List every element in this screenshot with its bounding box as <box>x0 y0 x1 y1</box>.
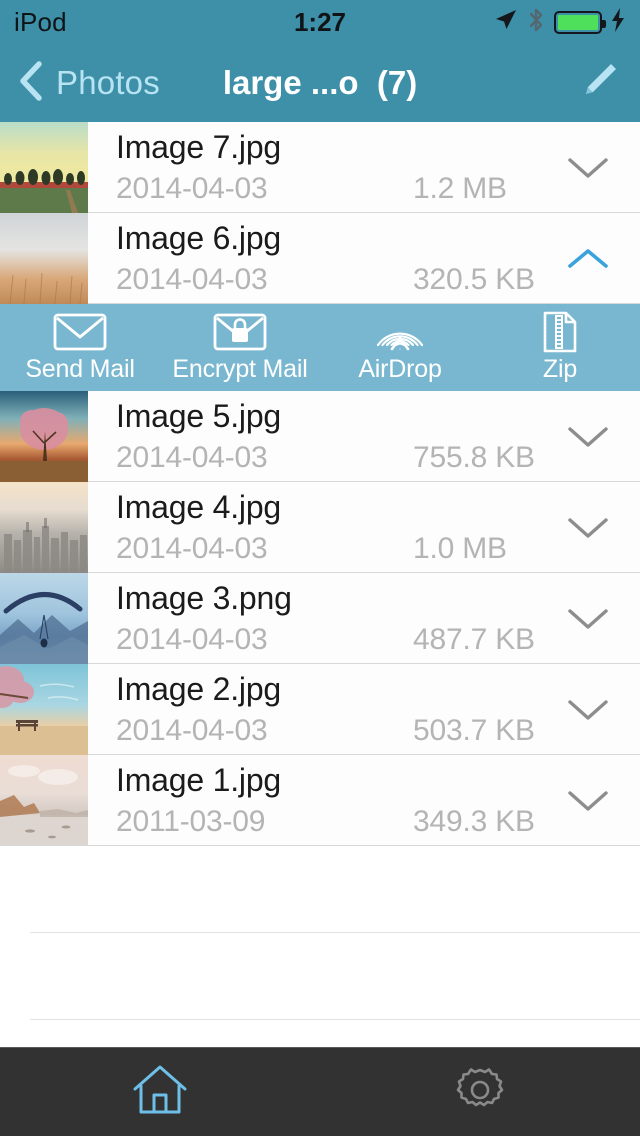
tab-bar <box>0 1047 640 1136</box>
file-name: Image 2.jpg <box>116 671 282 707</box>
empty-row <box>0 933 640 1020</box>
file-size: 1.0 MB <box>413 532 507 565</box>
edit-button[interactable] <box>576 58 622 109</box>
airdrop-icon <box>374 311 426 353</box>
table-row[interactable]: Image 7.jpg 2014-04-03 1.2 MB <box>0 122 640 213</box>
empty-rows <box>0 846 640 1060</box>
file-date: 2014-04-03 <box>116 532 268 565</box>
file-thumbnail <box>0 122 88 213</box>
file-list: Image 7.jpg 2014-04-03 1.2 MB Image 6.jp… <box>0 122 640 1060</box>
table-row[interactable]: Image 5.jpg 2014-04-03 755.8 KB <box>0 391 640 482</box>
chevron-down-icon[interactable] <box>566 779 610 823</box>
envelope-lock-icon <box>212 311 268 353</box>
file-date: 2014-04-03 <box>116 441 268 474</box>
location-arrow-icon <box>492 7 518 38</box>
table-row[interactable]: Image 6.jpg 2014-04-03 320.5 KB <box>0 213 640 304</box>
file-size: 349.3 KB <box>413 805 535 838</box>
table-row[interactable]: Image 3.png 2014-04-03 487.7 KB <box>0 573 640 664</box>
table-row[interactable]: Image 2.jpg 2014-04-03 503.7 KB <box>0 664 640 755</box>
file-name: Image 6.jpg <box>116 220 282 256</box>
file-size: 487.7 KB <box>413 623 535 656</box>
status-icons <box>492 7 626 38</box>
encrypt-mail-button[interactable]: Encrypt Mail <box>160 311 320 384</box>
file-thumbnail <box>0 391 88 482</box>
home-icon <box>130 1062 190 1123</box>
chevron-down-icon[interactable] <box>566 597 610 641</box>
file-date: 2014-04-03 <box>116 263 268 296</box>
file-info: Image 2.jpg 2014-04-03 503.7 KB <box>88 664 640 755</box>
file-thumbnail <box>0 482 88 573</box>
bluetooth-icon <box>527 7 545 38</box>
airdrop-button[interactable]: AirDrop <box>320 311 480 384</box>
file-size: 503.7 KB <box>413 714 535 747</box>
gear-icon <box>452 1062 508 1123</box>
tab-settings[interactable] <box>320 1048 640 1136</box>
file-name: Image 4.jpg <box>116 489 282 525</box>
app-root: iPod 1:27 Photos large ...o (7) Image 7.… <box>0 0 640 1136</box>
navigation-bar: Photos large ...o (7) <box>0 44 640 122</box>
back-button[interactable]: Photos <box>18 59 160 108</box>
action-label: Send Mail <box>25 355 135 383</box>
file-date: 2014-04-03 <box>116 172 268 205</box>
file-name: Image 7.jpg <box>116 129 282 165</box>
action-bar: Send Mail Encrypt Mail AirDrop Zip <box>0 304 640 391</box>
file-name: Image 3.png <box>116 580 292 616</box>
file-info: Image 6.jpg 2014-04-03 320.5 KB <box>88 213 640 304</box>
file-size: 1.2 MB <box>413 172 507 205</box>
chevron-down-icon[interactable] <box>566 506 610 550</box>
send-mail-button[interactable]: Send Mail <box>0 311 160 384</box>
chevron-up-icon[interactable] <box>566 237 610 281</box>
file-info: Image 5.jpg 2014-04-03 755.8 KB <box>88 391 640 482</box>
battery-icon <box>554 10 606 34</box>
zip-button[interactable]: Zip <box>480 311 640 384</box>
envelope-icon <box>52 311 108 353</box>
charging-bolt-icon <box>611 7 626 38</box>
file-info: Image 1.jpg 2011-03-09 349.3 KB <box>88 755 640 846</box>
file-date: 2014-04-03 <box>116 623 268 656</box>
file-info: Image 3.png 2014-04-03 487.7 KB <box>88 573 640 664</box>
action-label: Encrypt Mail <box>172 355 308 383</box>
file-thumbnail <box>0 664 88 755</box>
action-label: Zip <box>542 355 578 383</box>
table-row[interactable]: Image 4.jpg 2014-04-03 1.0 MB <box>0 482 640 573</box>
chevron-left-icon <box>18 59 44 108</box>
file-size: 320.5 KB <box>413 263 535 296</box>
zip-file-icon <box>540 311 580 353</box>
file-date: 2011-03-09 <box>116 805 266 838</box>
file-thumbnail <box>0 573 88 664</box>
file-date: 2014-04-03 <box>116 714 268 747</box>
pencil-icon <box>576 58 622 109</box>
status-bar: iPod 1:27 <box>0 0 640 44</box>
file-info: Image 7.jpg 2014-04-03 1.2 MB <box>88 122 640 213</box>
file-size: 755.8 KB <box>413 441 535 474</box>
empty-row <box>0 846 640 933</box>
file-info: Image 4.jpg 2014-04-03 1.0 MB <box>88 482 640 573</box>
chevron-down-icon[interactable] <box>566 146 610 190</box>
chevron-down-icon[interactable] <box>566 415 610 459</box>
file-thumbnail <box>0 213 88 304</box>
chevron-down-icon[interactable] <box>566 688 610 732</box>
file-thumbnail <box>0 755 88 846</box>
table-row[interactable]: Image 1.jpg 2011-03-09 349.3 KB <box>0 755 640 846</box>
back-button-label: Photos <box>56 64 160 101</box>
tab-home[interactable] <box>0 1048 320 1136</box>
action-label: AirDrop <box>358 355 442 383</box>
file-name: Image 5.jpg <box>116 398 282 434</box>
file-name: Image 1.jpg <box>116 762 282 798</box>
